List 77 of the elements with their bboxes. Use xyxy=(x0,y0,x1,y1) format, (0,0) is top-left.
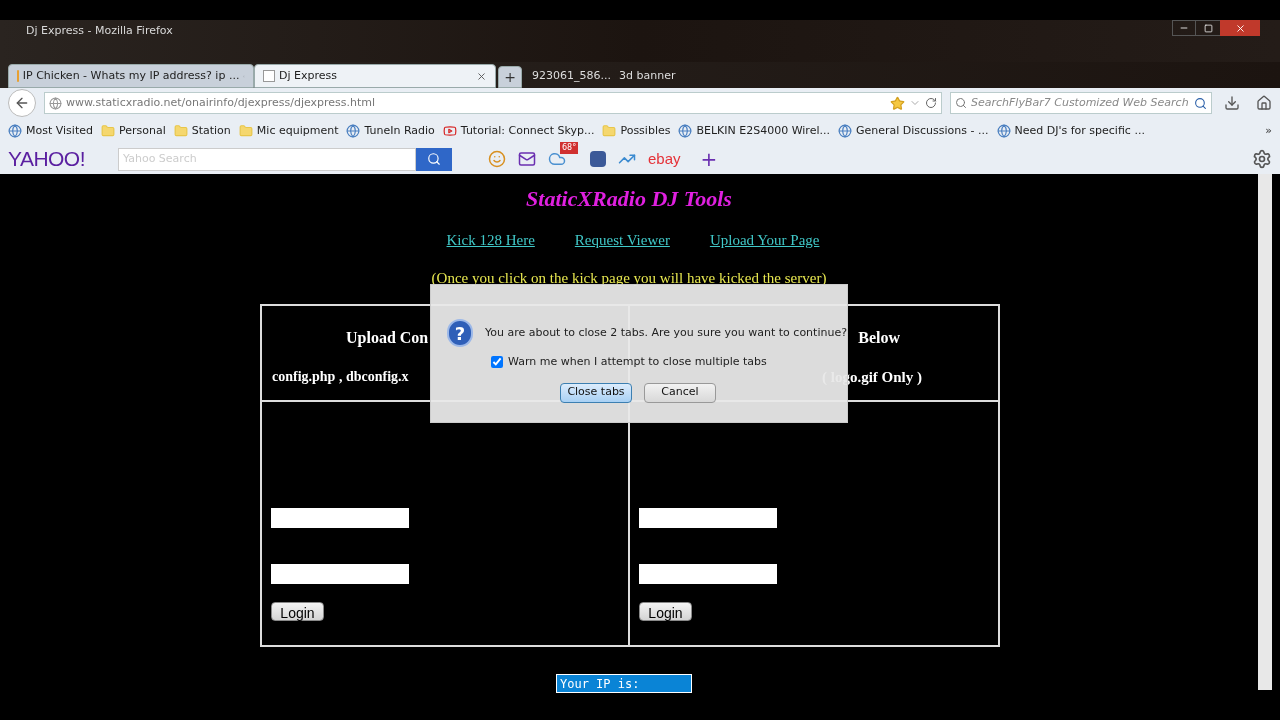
search-icon xyxy=(427,152,441,166)
desktop-label: 3d banner xyxy=(619,67,676,84)
weather-badge: 68° xyxy=(560,142,579,154)
bookmark-item[interactable]: Mic equipment xyxy=(238,122,339,140)
text-field[interactable] xyxy=(639,564,777,584)
globe-icon xyxy=(49,96,62,110)
checkbox-label: Warn me when I attempt to close multiple tabs xyxy=(508,354,767,370)
bookmark-item[interactable]: Most Visited xyxy=(8,122,93,140)
nav-link[interactable]: Upload Your Page xyxy=(709,229,820,252)
globe-icon xyxy=(996,124,1011,138)
search-engine-icon[interactable] xyxy=(955,97,967,109)
video-icon xyxy=(442,124,457,138)
warn-checkbox[interactable] xyxy=(491,356,503,369)
browser-tab[interactable]: IP Chicken - Whats my IP address? ip ... xyxy=(8,64,254,88)
tab-title: IP Chicken - Whats my IP address? ip ... xyxy=(22,67,240,84)
bookmark-item[interactable]: Station xyxy=(173,122,231,140)
search-button[interactable] xyxy=(416,147,452,171)
bookmark-item[interactable]: Need DJ's for specific ... xyxy=(996,122,1145,140)
ip-display: Your IP is: xyxy=(556,674,692,693)
bookmark-item[interactable]: Personal xyxy=(100,122,166,140)
more-bookmarks[interactable]: » xyxy=(1265,122,1272,140)
page-title: StaticXRadio DJ Tools xyxy=(526,185,732,213)
text-field[interactable] xyxy=(639,508,777,528)
nav-link[interactable]: Kick 128 Here xyxy=(446,229,535,252)
login-button[interactable]: Login xyxy=(639,602,692,621)
scrollbar[interactable] xyxy=(1258,174,1272,690)
bookmark-item[interactable]: TuneIn Radio xyxy=(346,122,435,140)
globe-icon xyxy=(346,124,361,138)
login-button[interactable]: Login xyxy=(271,602,324,621)
add-button[interactable]: + xyxy=(700,144,718,174)
weather-icon[interactable] xyxy=(548,150,566,168)
globe-icon xyxy=(8,124,22,138)
folder-icon xyxy=(173,124,188,138)
back-button[interactable] xyxy=(8,89,36,117)
text-field[interactable] xyxy=(271,564,409,584)
dialog-button[interactable]: Close tabs xyxy=(560,382,632,403)
browser-tab[interactable]: Dj Express xyxy=(254,64,496,88)
globe-icon xyxy=(678,124,693,138)
folder-icon xyxy=(602,124,617,138)
dialog-message: You are about to close 2 tabs. Are you sure you want to continue? xyxy=(484,324,847,341)
folder-icon xyxy=(100,124,115,138)
folder-icon xyxy=(238,124,253,138)
dialog-button[interactable]: Cancel xyxy=(644,382,716,403)
new-tab-button[interactable]: + xyxy=(498,66,522,88)
bookmark-item[interactable]: Tutorial: Connect Skyp... xyxy=(442,122,595,140)
url-text: www.staticxradio.net/onairinfo/djexpress/djexpress.html xyxy=(66,94,376,111)
page-icon xyxy=(263,70,275,82)
facebook-icon[interactable] xyxy=(590,151,606,167)
bookmark-item[interactable]: Possibles xyxy=(602,122,671,140)
star-icon[interactable] xyxy=(890,95,905,111)
question-icon: ? xyxy=(447,319,473,347)
bookmark-item[interactable]: General Discussions - ... xyxy=(837,122,989,140)
desktop-label: 923061_586... xyxy=(532,67,611,84)
tab-title: Dj Express xyxy=(279,67,337,84)
search-icon[interactable] xyxy=(1194,96,1207,110)
warning-note: (Once you click on the kick page you will have kicked the server) xyxy=(431,268,827,288)
bookmark-item[interactable]: BELKIN E2S4000 Wirel... xyxy=(678,122,830,140)
nav-link[interactable]: Request Viewer xyxy=(574,229,670,252)
search-field[interactable]: SearchFlyBar7 Customized Web Search xyxy=(950,92,1212,114)
minimize-button[interactable] xyxy=(1172,20,1196,36)
smiley-icon[interactable] xyxy=(488,150,506,168)
column-heading: Upload Con xyxy=(346,328,429,349)
file-list: config.php , dbconfig.x xyxy=(272,366,409,387)
text-field[interactable] xyxy=(271,508,409,528)
yahoo-logo: YAHOO! xyxy=(8,146,86,173)
address-bar[interactable]: www.staticxradio.net/onairinfo/djexpress/djexpress.html xyxy=(44,92,942,114)
column-heading: Below xyxy=(858,328,900,348)
ebay-logo[interactable]: ebay xyxy=(648,147,681,171)
globe-icon xyxy=(837,124,852,138)
window-title: Dj Express - Mozilla Firefox xyxy=(26,23,173,39)
mail-icon[interactable] xyxy=(518,150,536,168)
close-icon xyxy=(1234,22,1246,34)
home-icon[interactable] xyxy=(1256,95,1272,111)
settings-icon[interactable] xyxy=(1252,149,1272,169)
maximize-icon xyxy=(1203,23,1213,33)
download-icon[interactable] xyxy=(1224,95,1240,111)
reload-icon[interactable] xyxy=(925,97,937,109)
